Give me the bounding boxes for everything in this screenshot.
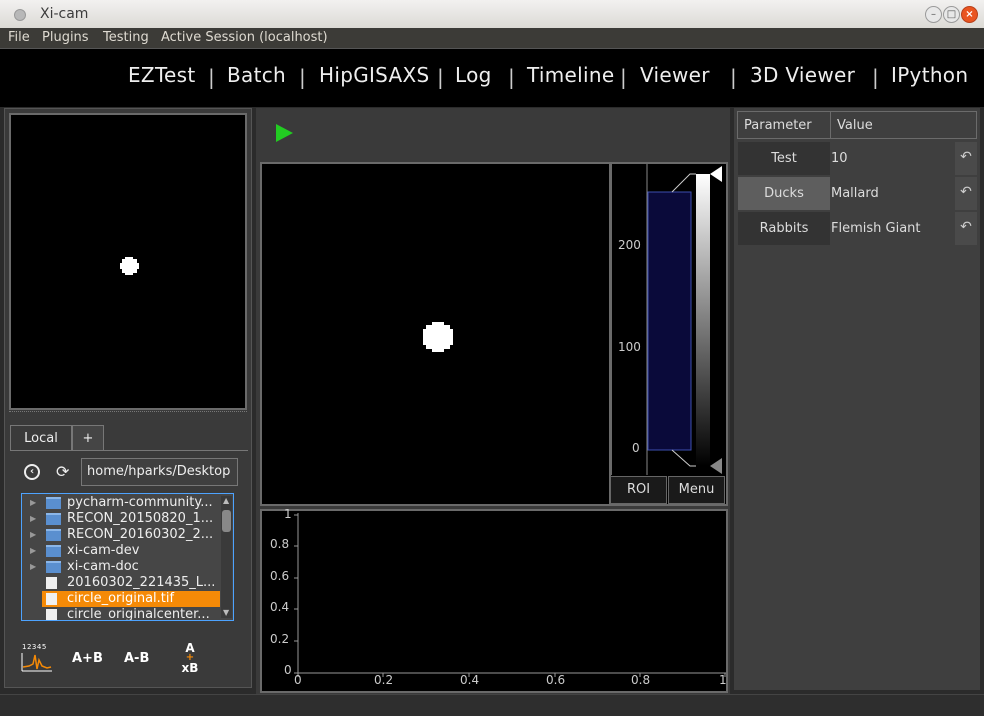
param-value-ducks[interactable]: Mallard: [831, 177, 953, 210]
param-header[interactable]: Parameter: [737, 111, 831, 139]
y-tick-label: 0.2: [270, 632, 290, 646]
tab-add[interactable]: +: [72, 425, 104, 451]
tab-timeline[interactable]: Timeline: [527, 63, 614, 87]
x-tick-label: 1: [719, 673, 726, 687]
folder-icon: [46, 561, 61, 573]
preview-image[interactable]: [9, 113, 247, 410]
nav-separator: |: [730, 65, 737, 89]
tab-viewer[interactable]: Viewer: [640, 63, 710, 87]
window-title: Xi-cam: [40, 6, 89, 22]
expand-icon[interactable]: ▶: [30, 527, 36, 543]
reset-icon[interactable]: ↶: [955, 177, 977, 210]
scroll-down-icon[interactable]: ▼: [223, 608, 229, 617]
menu-testing[interactable]: Testing: [103, 30, 149, 45]
waveform-icon: [21, 653, 52, 672]
nav-separator: |: [437, 65, 444, 89]
menu-active-session[interactable]: Active Session (localhost): [161, 30, 328, 45]
reset-icon[interactable]: ↶: [955, 142, 977, 175]
expand-icon[interactable]: ▶: [30, 495, 36, 511]
tab-hipgisaxs[interactable]: HipGISAXS: [319, 63, 430, 87]
tab-local[interactable]: Local: [10, 425, 72, 451]
list-item[interactable]: ▶ pycharm-community...: [22, 495, 220, 511]
line-plot[interactable]: 1 0.8 0.6 0.4 0.2 0 0 0.2 0.4 0.6 0.8 1: [260, 507, 728, 693]
x-tick-label: 0.6: [546, 673, 566, 687]
close-icon[interactable]: ×: [961, 6, 978, 23]
title-bar: Xi-cam – □ ×: [0, 0, 984, 29]
back-icon[interactable]: ‹: [24, 464, 40, 480]
tab-3d-viewer[interactable]: 3D Viewer: [750, 63, 855, 87]
expand-icon[interactable]: ▶: [30, 511, 36, 527]
file-list[interactable]: ▶ pycharm-community... ▶ RECON_20150820_1.…: [21, 493, 234, 621]
nav-separator: |: [508, 65, 515, 89]
list-item[interactable]: circle_originalcenter...: [22, 607, 220, 620]
menu-file[interactable]: File: [8, 30, 30, 45]
scroll-up-icon[interactable]: ▲: [223, 496, 229, 505]
folder-icon: [46, 497, 61, 509]
histogram-widget[interactable]: 200 100 0: [610, 164, 725, 475]
status-bar: [0, 694, 984, 716]
list-item[interactable]: ▶ RECON_20150820_1...: [22, 511, 220, 527]
maximize-icon[interactable]: □: [943, 6, 960, 23]
tab-log[interactable]: Log: [455, 63, 492, 87]
image-circle: [423, 322, 453, 352]
list-item[interactable]: ▶ xi-cam-doc: [22, 559, 220, 575]
subtract-button[interactable]: A-B: [124, 651, 149, 666]
x-tick-label: 0: [294, 673, 302, 687]
menu-plugins[interactable]: Plugins: [42, 30, 89, 45]
plot-axes: [294, 513, 726, 677]
tab-batch[interactable]: Batch: [227, 63, 286, 87]
folder-icon: [46, 529, 61, 541]
refresh-icon[interactable]: ⟳: [56, 462, 69, 481]
nav-separator: |: [208, 65, 215, 89]
y-tick-label: 0: [284, 663, 292, 677]
y-tick-label: 1: [284, 507, 292, 521]
list-item[interactable]: ▶ RECON_20160302_2...: [22, 527, 220, 543]
tab-ipython[interactable]: IPython: [891, 63, 968, 87]
menu-bar: File Plugins Testing Active Session (loc…: [0, 28, 984, 48]
x-tick-label: 0.8: [631, 673, 651, 687]
path-field[interactable]: home/hparks/Desktop: [81, 458, 238, 486]
menu-button[interactable]: Menu: [668, 476, 725, 504]
nav-separator: |: [299, 65, 306, 89]
reset-icon[interactable]: ↶: [955, 212, 977, 245]
plot-profile-button[interactable]: 12345: [20, 643, 54, 675]
roi-button[interactable]: ROI: [610, 476, 667, 504]
app-icon: [14, 9, 26, 21]
expand-icon[interactable]: ▶: [30, 543, 36, 559]
preview-dot: [120, 257, 139, 275]
minimize-icon[interactable]: –: [925, 6, 942, 23]
value-header[interactable]: Value: [830, 111, 977, 139]
nav-separator: |: [620, 65, 627, 89]
file-icon: [46, 577, 57, 589]
add-button[interactable]: A+B: [72, 651, 103, 666]
param-value-rabbits[interactable]: Flemish Giant: [831, 212, 953, 245]
expand-icon[interactable]: ▶: [30, 559, 36, 575]
tab-eztest[interactable]: EZTest: [128, 63, 196, 87]
plugin-toolbar: EZTest | Batch | HipGISAXS | Log | Timel…: [0, 48, 984, 107]
x-tick-label: 0.2: [374, 673, 394, 687]
y-tick-label: 0.8: [270, 537, 290, 551]
y-tick-label: 0.6: [270, 569, 290, 583]
list-item-selected[interactable]: circle_original.tif: [42, 591, 220, 607]
folder-icon: [46, 545, 61, 557]
list-item[interactable]: 20160302_221435_L...: [22, 575, 220, 591]
file-list-scrollbar[interactable]: ▲ ▼: [221, 496, 232, 618]
param-label-rabbits[interactable]: Rabbits: [738, 212, 830, 245]
splitter[interactable]: [9, 411, 247, 415]
tab-divider: [10, 450, 248, 451]
list-item[interactable]: ▶ xi-cam-dev: [22, 543, 220, 559]
param-label-ducks[interactable]: Ducks: [738, 177, 830, 210]
folder-icon: [46, 513, 61, 525]
scroll-thumb[interactable]: [222, 510, 231, 532]
param-value-test[interactable]: 10: [831, 142, 953, 175]
nav-separator: |: [872, 65, 879, 89]
histogram-plot: [646, 164, 722, 475]
file-icon: [46, 609, 57, 620]
play-icon[interactable]: [273, 122, 295, 144]
file-icon: [46, 593, 57, 605]
multiply-button[interactable]: A + xB: [178, 642, 202, 676]
param-label-test[interactable]: Test: [738, 142, 830, 175]
y-tick-label: 0.4: [270, 600, 290, 614]
x-tick-label: 0.4: [460, 673, 480, 687]
